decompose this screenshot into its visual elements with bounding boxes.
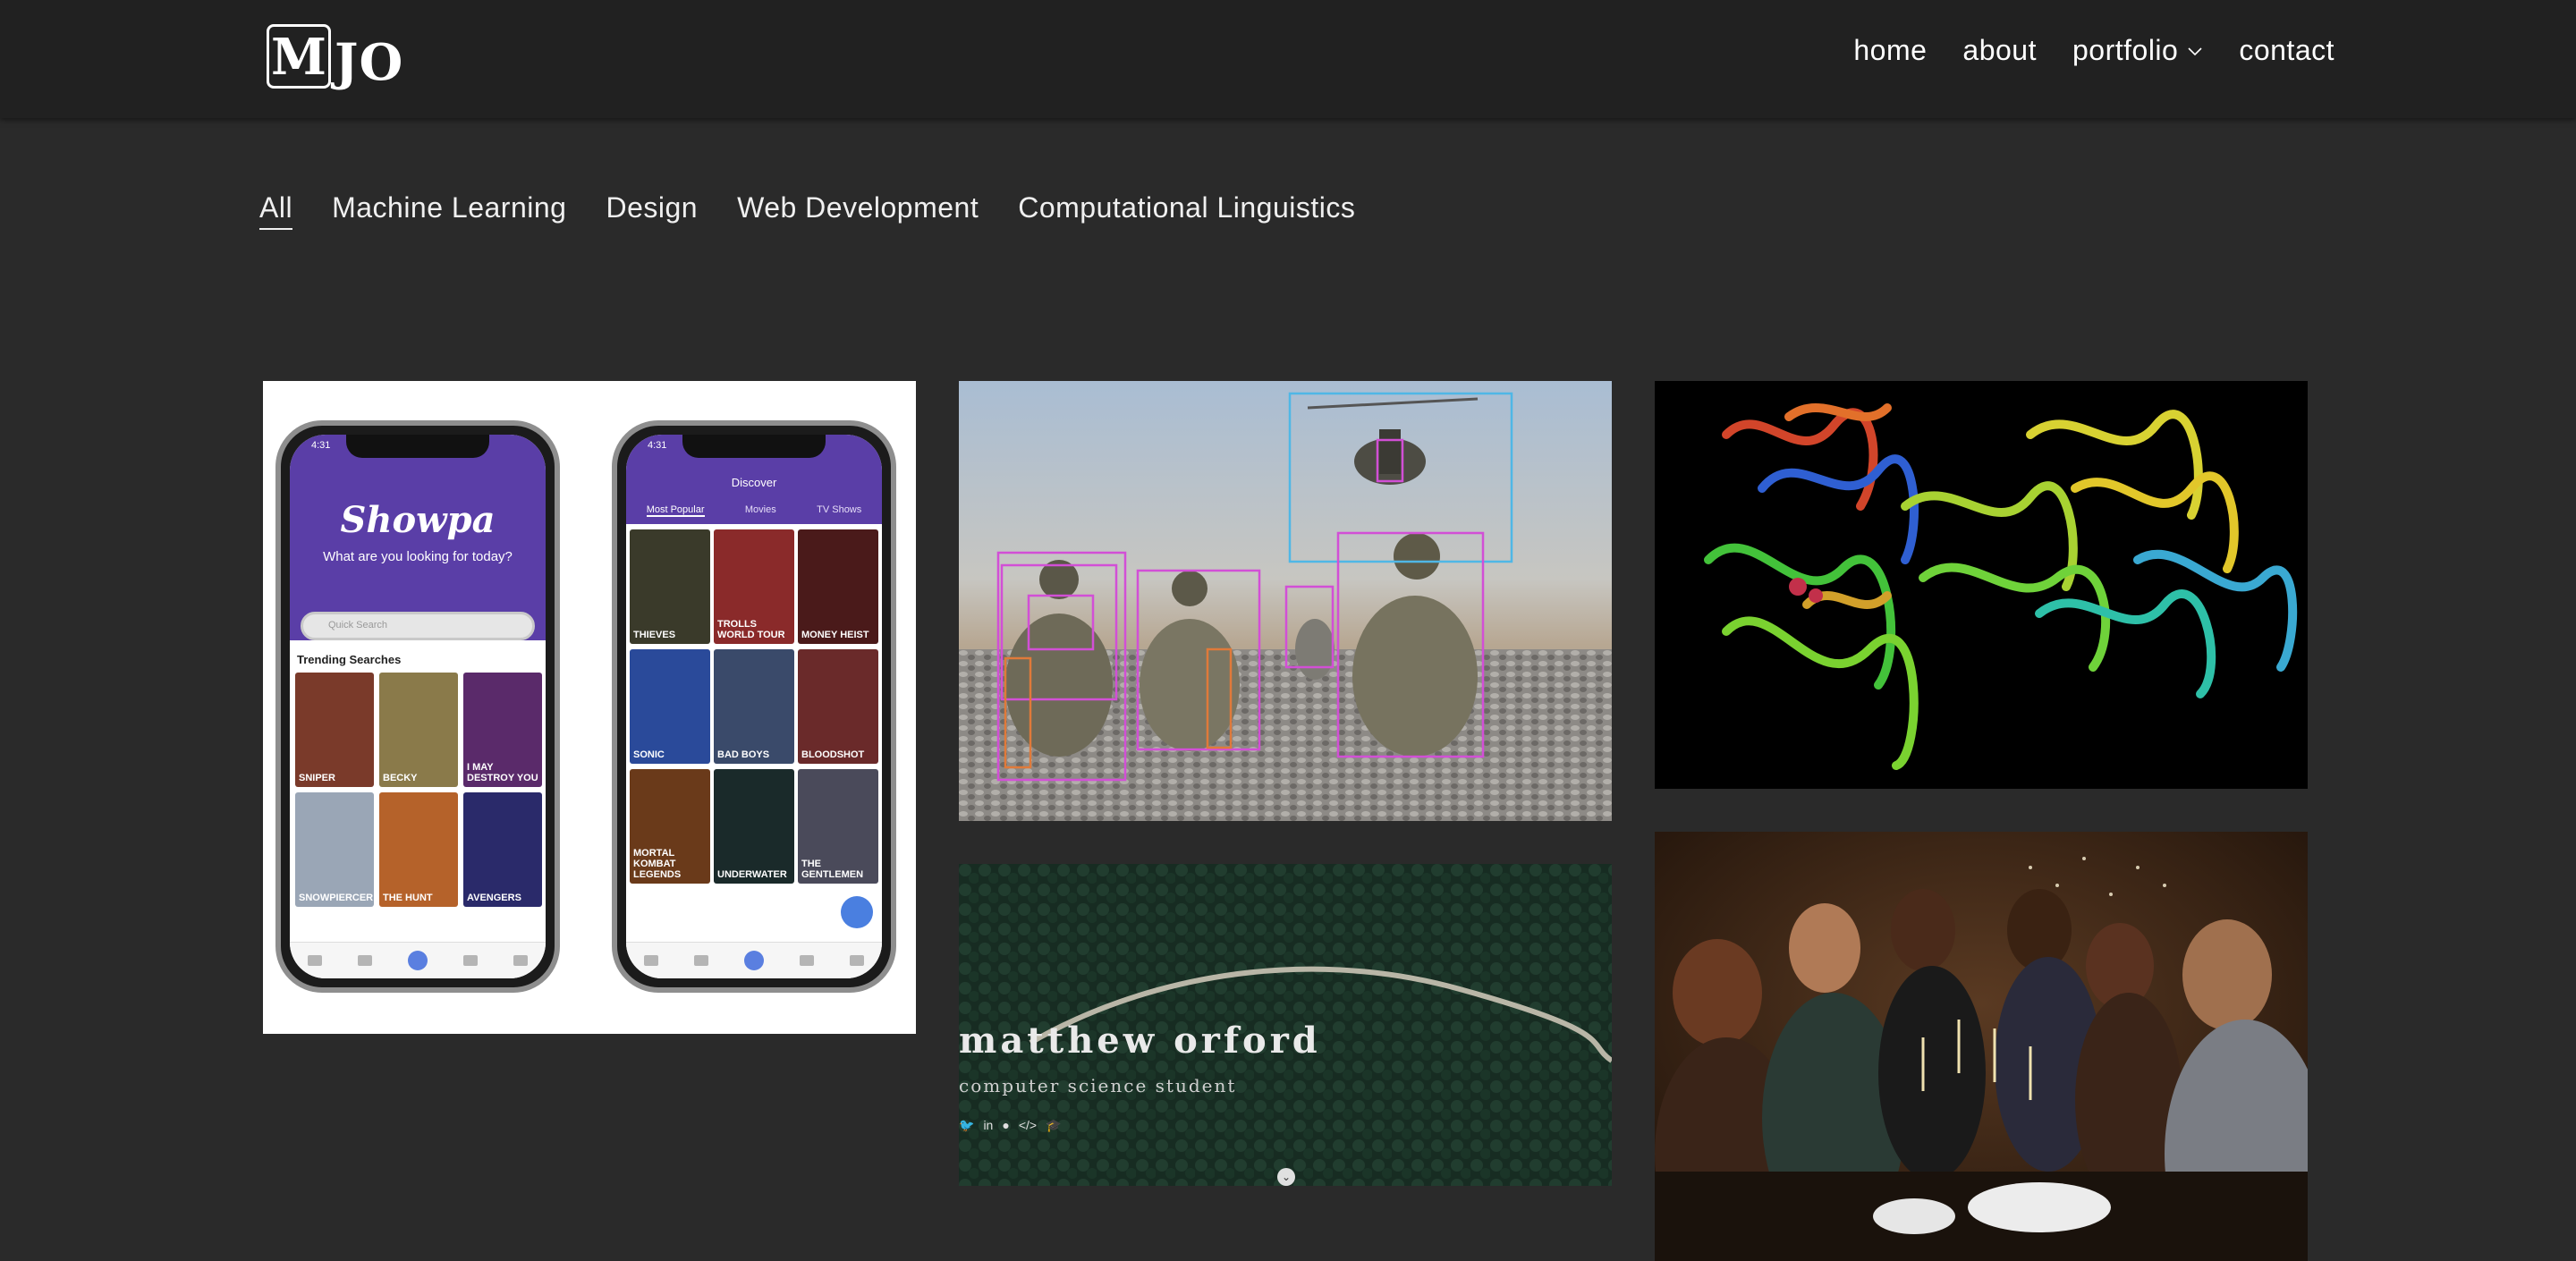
portfolio-item-personal-website[interactable]: matthew orford computer science student …	[959, 864, 1612, 1186]
movie-poster: AVENGERS	[463, 792, 542, 907]
movie-poster: THIEVES	[630, 529, 710, 644]
nav-links: home about portfolio contact	[1853, 34, 2334, 67]
status-time: 4:31	[648, 440, 667, 451]
app-title: Showpa	[340, 499, 496, 541]
nav-about-link[interactable]: about	[1962, 34, 2037, 67]
nav-portfolio-dropdown[interactable]: portfolio	[2072, 34, 2203, 67]
dinner-party-image	[1655, 832, 2308, 1261]
twitter-icon: 🐦	[959, 1118, 975, 1132]
app-tab-bar	[290, 942, 546, 978]
movie-poster: BLOODSHOT	[798, 649, 878, 764]
app-subtitle: What are you looking for today?	[323, 549, 513, 564]
movie-poster: THE HUNT	[379, 792, 458, 907]
github-icon: ●	[1002, 1118, 1010, 1132]
movie-poster: THE GENTLEMEN	[798, 769, 878, 884]
movie-poster: TROLLS WORLD TOUR	[714, 529, 794, 644]
quick-search-field: Quick Search	[301, 612, 535, 640]
nav-home-link[interactable]: home	[1853, 34, 1927, 67]
movie-poster: MONEY HEIST	[798, 529, 878, 644]
social-icons: 🐦 in ● </> 🎓	[959, 1118, 1062, 1133]
graduation-cap-icon: 🎓	[1046, 1118, 1062, 1132]
movie-poster: UNDERWATER	[714, 769, 794, 884]
app-tab-bar	[626, 942, 882, 978]
filter-computational-linguistics[interactable]: Computational Linguistics	[1018, 191, 1355, 230]
discover-tabs: Most Popular Movies TV Shows	[646, 504, 862, 517]
site-logo[interactable]: M JO	[267, 23, 404, 92]
movie-poster: MORTAL KOMBAT LEGENDS	[630, 769, 710, 884]
hero-name: matthew orford	[959, 1020, 1321, 1062]
portfolio-item-protein-structure[interactable]	[1655, 381, 2308, 789]
movie-poster: I MAY DESTROY YOU	[463, 673, 542, 787]
portfolio-item-showpa[interactable]: 4:31 Showpa What are you looking for tod…	[263, 381, 916, 1034]
linkedin-icon: in	[983, 1118, 994, 1132]
filter-all[interactable]: All	[259, 191, 293, 230]
logo-initial: M	[267, 24, 331, 89]
phone-mockup-home: 4:31 Showpa What are you looking for tod…	[275, 420, 560, 993]
movie-poster: BAD BOYS	[714, 649, 794, 764]
trending-heading: Trending Searches	[297, 653, 402, 666]
protein-structure-image	[1655, 381, 2308, 789]
filter-design[interactable]: Design	[606, 191, 698, 230]
scroll-down-icon: ⌄	[1277, 1168, 1295, 1186]
portfolio-item-dinner-photo[interactable]	[1655, 832, 2308, 1261]
code-icon: </>	[1018, 1118, 1038, 1132]
nav-contact-link[interactable]: contact	[2239, 34, 2334, 67]
movie-poster: SONIC	[630, 649, 710, 764]
nav-portfolio-label: portfolio	[2072, 34, 2179, 66]
phone-mockup-discover: 4:31 Discover Most Popular Movies TV Shows…	[612, 420, 896, 993]
navbar: M JO home about portfolio contact	[0, 0, 2576, 118]
filter-web-development[interactable]: Web Development	[737, 191, 979, 230]
logo-text: JO	[335, 33, 404, 92]
chevron-down-icon	[2188, 47, 2202, 55]
object-detection-image	[959, 381, 1612, 821]
discover-title: Discover	[731, 476, 777, 489]
portfolio-item-object-detection[interactable]	[959, 381, 1612, 821]
hero-subtitle: computer science student	[959, 1075, 1237, 1096]
portfolio-filters: All Machine Learning Design Web Developm…	[259, 191, 1355, 230]
movie-poster: SNOWPIERCER	[295, 792, 374, 907]
movie-poster: SNIPER	[295, 673, 374, 787]
filter-fab-icon	[841, 896, 873, 928]
movie-poster: BECKY	[379, 673, 458, 787]
status-time: 4:31	[311, 440, 331, 451]
filter-machine-learning[interactable]: Machine Learning	[332, 191, 566, 230]
